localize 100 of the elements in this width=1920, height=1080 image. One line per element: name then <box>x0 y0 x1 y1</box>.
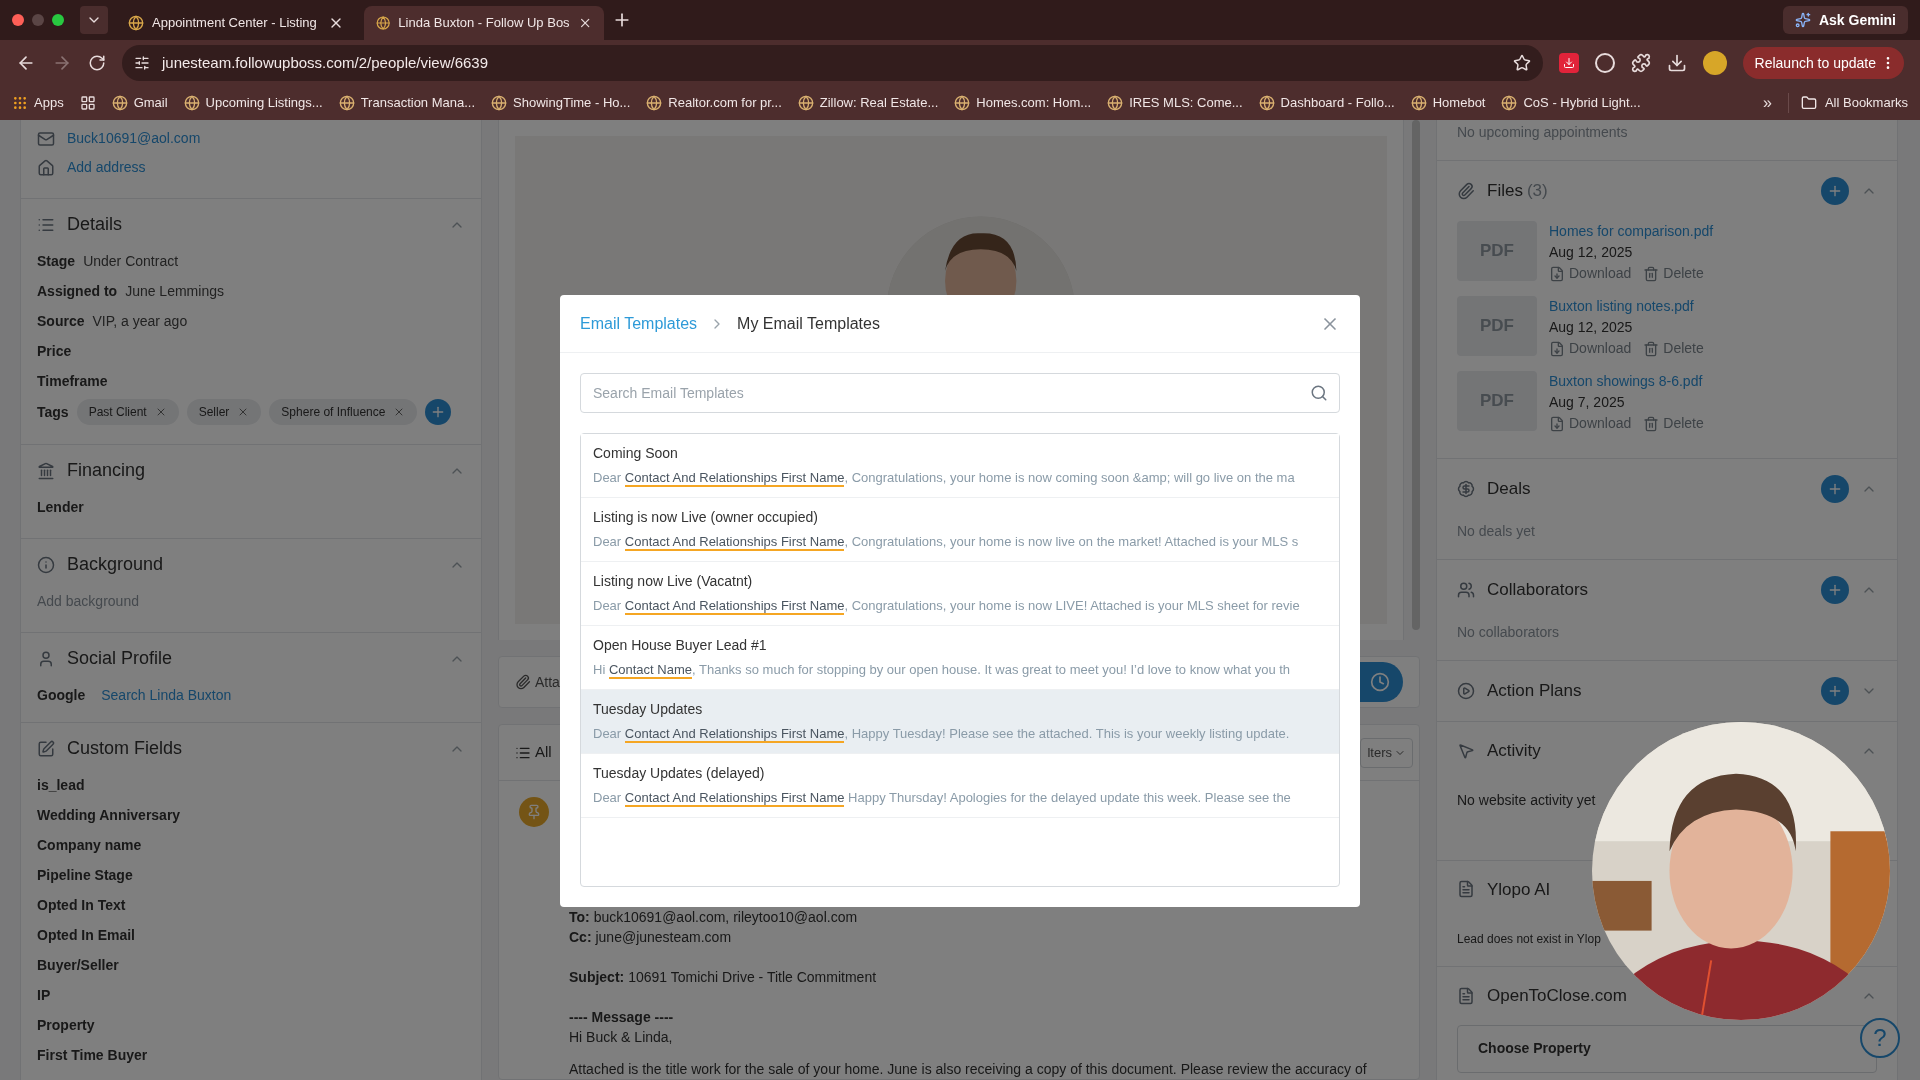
bookmark[interactable]: Homes.com: Hom... <box>954 93 1092 113</box>
template-preview: Dear Contact And Relationships First Name, Congratulations, your home is now coming soon &amp; will go live on the ma <box>593 469 1295 488</box>
download-icon <box>1549 415 1565 432</box>
tab-list-button[interactable] <box>80 6 108 34</box>
filter-tab[interactable]: All <box>515 741 552 764</box>
template-preview: Dear Contact And Relationships First Name, Congratulations, your home is now live on the market! Attached is your MLS s <box>593 533 1299 552</box>
paperclip-icon <box>515 674 531 690</box>
bookmark[interactable]: Homebot <box>1410 93 1486 113</box>
field-label: Assigned to <box>37 281 118 301</box>
browser-tab[interactable]: Appointment Center - Listing <box>116 6 356 40</box>
file-count: (3) <box>1526 180 1548 203</box>
globe-icon <box>1258 95 1275 111</box>
all-bookmarks-button[interactable]: All Bookmarks <box>1787 93 1908 113</box>
field-label: Price <box>37 341 72 361</box>
bookmark[interactable]: Transaction Mana... <box>338 93 476 113</box>
bookmark[interactable]: Zillow: Real Estate... <box>797 93 939 113</box>
add-button[interactable] <box>1821 576 1849 604</box>
close-window-icon[interactable] <box>12 14 24 26</box>
section-title: Deals <box>1487 478 1531 501</box>
globe-icon <box>491 95 508 111</box>
bookmark[interactable]: CoS - Hybrid Light... <box>1501 93 1641 113</box>
address-bar[interactable]: junesteam.followupboss.com/2/people/view/6639 <box>122 45 1543 81</box>
file-date: Aug 12, 2025 <box>1549 243 1634 262</box>
field-value: VIP, a year ago <box>92 311 188 331</box>
section-title: Background <box>67 553 164 576</box>
section-title: Activity <box>1487 740 1541 762</box>
field-label: Tags <box>37 402 69 422</box>
field-label: Opted In Email <box>37 925 135 945</box>
email-greeting: Hi Buck & Linda, <box>569 1028 674 1047</box>
bookmark[interactable]: Realtor.com for pr... <box>646 93 782 113</box>
add-button[interactable] <box>1821 475 1849 503</box>
edit-icon <box>37 739 55 758</box>
field-label: First Time Buyer <box>37 1045 148 1065</box>
field-label: Stage <box>37 251 76 271</box>
bookmark[interactable]: ShowingTime - Ho... <box>491 93 631 113</box>
maximize-window-icon[interactable] <box>52 14 64 26</box>
info-icon <box>37 555 55 574</box>
plus-icon <box>1827 582 1843 598</box>
cursor-icon <box>1457 741 1475 760</box>
file-date: Aug 12, 2025 <box>1549 318 1634 337</box>
ask-gemini-button[interactable]: Ask Gemini <box>1782 6 1908 34</box>
tag-chip[interactable]: Past Client <box>76 399 179 425</box>
schedule-button[interactable] <box>1357 662 1403 702</box>
template-item[interactable]: Coming Soon Dear Contact And Relationships First Name, Congratulations, your home is now coming soon &amp; will go live on the ma <box>581 434 1339 498</box>
search-icon[interactable] <box>1310 384 1328 402</box>
field-label: Wedding Anniversary <box>37 805 181 825</box>
search-field[interactable]: Search Email Templates <box>580 373 1340 413</box>
section-title: Collaborators <box>1487 579 1589 602</box>
more-bookmarks-button[interactable]: » <box>1763 91 1772 115</box>
people-icon <box>1457 581 1475 599</box>
empty-note: No upcoming appointments <box>1457 124 1628 140</box>
plus-icon <box>1827 481 1843 497</box>
bookmark[interactable]: Gmail <box>111 93 168 113</box>
globe-icon <box>1107 95 1124 111</box>
extensions-icon[interactable] <box>1630 53 1651 73</box>
section-title: Files <box>1487 180 1523 203</box>
bookmark[interactable]: Dashboard - Follo... <box>1258 93 1395 113</box>
relaunch-button[interactable]: Relaunch to update <box>1742 47 1904 79</box>
bookmark[interactable]: Upcoming Listings... <box>183 93 323 113</box>
email-body: Attached is the title work for the sale of your home. June is also receiving a copy of this document. Please review the accuracy of <box>569 1060 1368 1079</box>
download-icon <box>1549 340 1565 357</box>
message-heading: ---- Message ---- <box>569 1008 675 1027</box>
globe-icon <box>111 95 128 111</box>
pin-icon <box>519 797 549 827</box>
email-subject: Subject: 10691 Tomichi Drive - Title Commitment <box>569 968 878 987</box>
field-label: Opted In Text <box>37 895 126 915</box>
paperclip-icon <box>1457 182 1475 200</box>
globe-icon <box>797 95 814 111</box>
tab-groups-icon[interactable] <box>79 95 96 111</box>
bookmark[interactable]: Apps <box>12 93 64 113</box>
add-button[interactable] <box>1821 177 1849 205</box>
browser-tab[interactable]: Linda Buxton - Follow Up Bos <box>364 6 604 40</box>
add-button[interactable] <box>1821 677 1849 705</box>
bookmark[interactable]: IRES MLS: Come... <box>1107 93 1243 113</box>
template-preview: Hi Contact Name, Thanks so much for stopping by our open house. It was great to meet you! I’d love to know what you th <box>593 661 1291 680</box>
section-title: OpenToClose.com <box>1487 985 1627 1007</box>
site-settings-icon[interactable] <box>134 55 150 71</box>
globe-icon <box>1501 95 1518 111</box>
download-icon <box>1549 265 1565 282</box>
star-icon[interactable] <box>1512 54 1531 72</box>
profile-avatar-icon[interactable] <box>1702 51 1727 75</box>
attach-button[interactable]: Atta <box>515 671 560 693</box>
add-tag-button[interactable] <box>425 399 452 425</box>
tag-chip[interactable]: Sphere of Influence <box>269 399 418 425</box>
tag-chip[interactable]: Seller <box>186 399 262 425</box>
circle-extension-icon[interactable] <box>1594 53 1615 73</box>
template-title: Open House Buyer Lead #1 <box>593 636 767 656</box>
download-extension-icon[interactable] <box>1558 53 1579 73</box>
section-title: Details <box>67 213 123 236</box>
status-note: Lead does not exist in Ylop <box>1457 932 1601 946</box>
downloads-icon[interactable] <box>1666 53 1687 73</box>
template-item[interactable]: Tuesday Updates Dear Contact And Relationships First Name, Happy Tuesday! Please see the attached. This is your weekly listing update. <box>581 690 1339 754</box>
url-text: junesteam.followupboss.com/2/people/view/6639 <box>162 52 489 73</box>
field-label: Property <box>37 1015 95 1035</box>
reload-icon[interactable] <box>88 54 106 72</box>
minimize-window-icon[interactable] <box>32 14 44 26</box>
field-label: Source <box>37 311 85 331</box>
trash-icon <box>1643 340 1660 357</box>
field-label: Timeframe <box>37 371 108 391</box>
mail-icon <box>37 129 55 148</box>
